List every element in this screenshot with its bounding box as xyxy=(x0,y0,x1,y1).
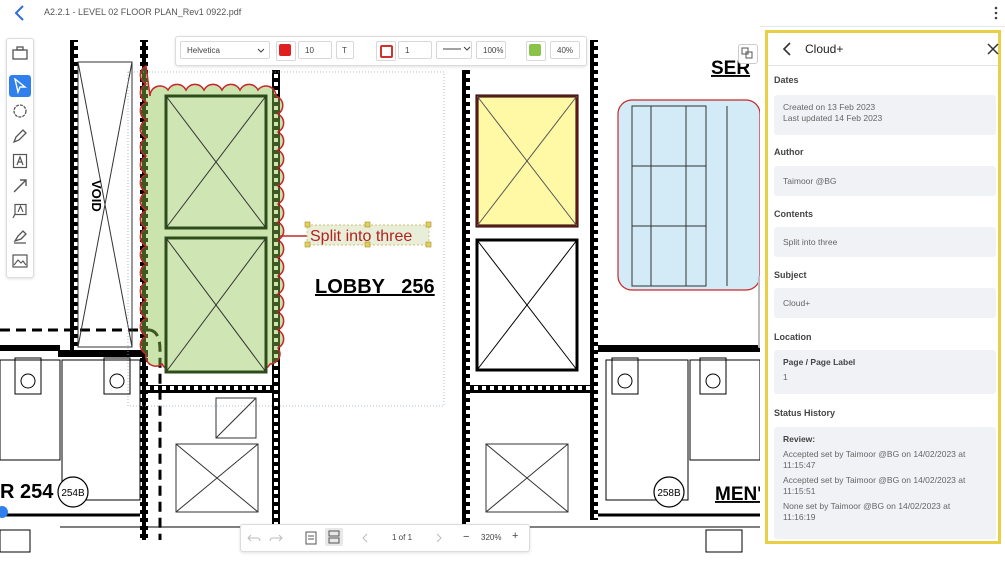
top-bar: A2.2.1 - LEVEL 02 FLOOR PLAN_Rev1 0922.p… xyxy=(0,0,1005,27)
tool-callout[interactable] xyxy=(9,200,31,222)
zoom-in-button[interactable]: + xyxy=(512,530,518,542)
layers-icon xyxy=(741,47,753,59)
close-icon[interactable] xyxy=(987,43,999,55)
single-page-view-icon[interactable] xyxy=(305,531,317,545)
page-label-value: 1 xyxy=(783,372,788,382)
panel-header: Cloud+ xyxy=(768,33,999,66)
callout-icon xyxy=(12,203,27,219)
undo-icon[interactable] xyxy=(247,533,261,543)
pen-icon xyxy=(12,129,27,144)
history-entry: None set by Taimoor @BG on 14/02/2023 at… xyxy=(783,501,951,522)
drawing-canvas[interactable]: VOID Split into three LOBBY 256 SER R 25… xyxy=(0,26,760,565)
void-label: VOID xyxy=(89,180,104,212)
stroke-opacity-value: 100% xyxy=(483,46,504,55)
contents-label: Contents xyxy=(774,209,813,219)
zoom-level: 320% xyxy=(481,533,502,542)
stroke-color-button[interactable] xyxy=(376,41,396,61)
location-box: Page / Page Label 1 xyxy=(774,350,996,394)
author-value: Taimoor @BG xyxy=(783,176,837,186)
tool-highlighter[interactable] xyxy=(9,225,31,247)
text-style-button[interactable]: T xyxy=(336,41,354,59)
floor-plan: VOID Split into three LOBBY 256 SER R 25… xyxy=(0,40,760,553)
stroke-opacity-input[interactable]: 100% xyxy=(476,41,506,59)
tool-text[interactable] xyxy=(9,150,31,172)
document-title: A2.2.1 - LEVEL 02 FLOOR PLAN_Rev1 0922.p… xyxy=(44,7,242,17)
zoom-out-button[interactable]: − xyxy=(463,531,469,543)
fill-opacity-input[interactable]: 40% xyxy=(550,41,580,59)
highlighter-icon xyxy=(13,230,27,244)
fill-opacity-value: 40% xyxy=(557,46,574,55)
layers-button[interactable] xyxy=(738,44,758,64)
dates-label: Dates xyxy=(774,75,799,85)
status-history-box: Review: Accepted set by Taimoor @BG on 1… xyxy=(774,427,996,539)
back-icon[interactable] xyxy=(781,42,793,56)
line-style-icon xyxy=(443,46,471,51)
tag-254b: 254B xyxy=(61,488,85,499)
continuous-view-button[interactable] xyxy=(325,528,343,546)
annotation-toolbar xyxy=(6,38,34,278)
updated-date: Last updated 14 Feb 2023 xyxy=(783,113,883,123)
text-tool-label: T xyxy=(342,46,347,55)
page-navigation-bar: 1 of 1 − 320% + xyxy=(240,524,530,552)
tag-258b: 258B xyxy=(657,488,681,499)
cloud-icon xyxy=(13,104,27,118)
text-box-icon xyxy=(12,153,28,169)
font-size-value: 10 xyxy=(305,46,314,55)
author-field[interactable]: Taimoor @BG xyxy=(774,166,996,196)
font-family-select[interactable]: Helvetica xyxy=(180,41,270,59)
room-label-left: R 254 xyxy=(0,481,54,503)
arrow-icon xyxy=(13,179,27,193)
font-color-swatch xyxy=(279,44,291,56)
continuous-view-icon xyxy=(328,530,340,544)
briefcase-icon xyxy=(12,46,28,60)
fill-color-swatch xyxy=(529,44,541,56)
font-family-value: Helvetica xyxy=(187,46,220,55)
redo-icon[interactable] xyxy=(269,533,283,543)
vertical-scrollbar[interactable] xyxy=(758,276,760,348)
tool-select[interactable] xyxy=(9,75,31,97)
page-label-title: Page / Page Label xyxy=(783,357,856,367)
line-style-select[interactable] xyxy=(436,41,472,59)
tool-pen[interactable] xyxy=(9,125,31,147)
stroke-color-swatch xyxy=(380,45,393,58)
subject-label: Subject xyxy=(774,270,807,280)
next-page-icon[interactable] xyxy=(435,533,443,543)
created-date: Created on 13 Feb 2023 xyxy=(783,102,876,112)
prev-page-icon[interactable] xyxy=(361,533,369,543)
room-label-lobby: LOBBY 256 xyxy=(315,276,435,298)
contents-value: Split into three xyxy=(783,237,838,247)
author-label: Author xyxy=(774,147,804,157)
tool-image[interactable] xyxy=(9,250,31,272)
tool-cloud[interactable] xyxy=(9,100,31,122)
font-color-button[interactable] xyxy=(276,41,296,61)
format-toolbar: Helvetica 10 T 1 100% 40% xyxy=(175,36,587,66)
review-title: Review: xyxy=(783,434,816,444)
font-size-input[interactable]: 10 xyxy=(298,41,332,59)
subject-field[interactable]: Cloud+ xyxy=(774,288,996,318)
room-label-mens: MEN' xyxy=(715,484,760,505)
callout-text[interactable]: Split into three xyxy=(310,228,412,245)
dates-box: Created on 13 Feb 2023 Last updated 14 F… xyxy=(774,95,996,135)
tool-briefcase[interactable] xyxy=(9,42,31,64)
history-entry: Accepted set by Taimoor @BG on 14/02/202… xyxy=(783,449,966,470)
properties-panel: Cloud+ Dates Created on 13 Feb 2023 Last… xyxy=(765,30,1001,544)
fill-color-button[interactable] xyxy=(526,41,546,61)
chevron-down-icon xyxy=(257,48,265,53)
image-icon xyxy=(12,254,28,268)
history-entry: Accepted set by Taimoor @BG on 14/02/202… xyxy=(783,475,966,496)
subject-value: Cloud+ xyxy=(783,298,811,308)
status-history-label: Status History xyxy=(774,408,836,418)
page-indicator: 1 of 1 xyxy=(392,533,413,542)
panel-title: Cloud+ xyxy=(805,42,844,56)
contents-field[interactable]: Split into three xyxy=(774,227,996,257)
tool-arrow[interactable] xyxy=(9,175,31,197)
more-options-icon[interactable] xyxy=(993,5,999,21)
location-label: Location xyxy=(774,332,812,342)
stroke-width-input[interactable]: 1 xyxy=(398,41,432,59)
stroke-width-value: 1 xyxy=(405,46,410,55)
pointer-icon xyxy=(14,78,27,94)
back-arrow-icon[interactable] xyxy=(10,3,30,23)
